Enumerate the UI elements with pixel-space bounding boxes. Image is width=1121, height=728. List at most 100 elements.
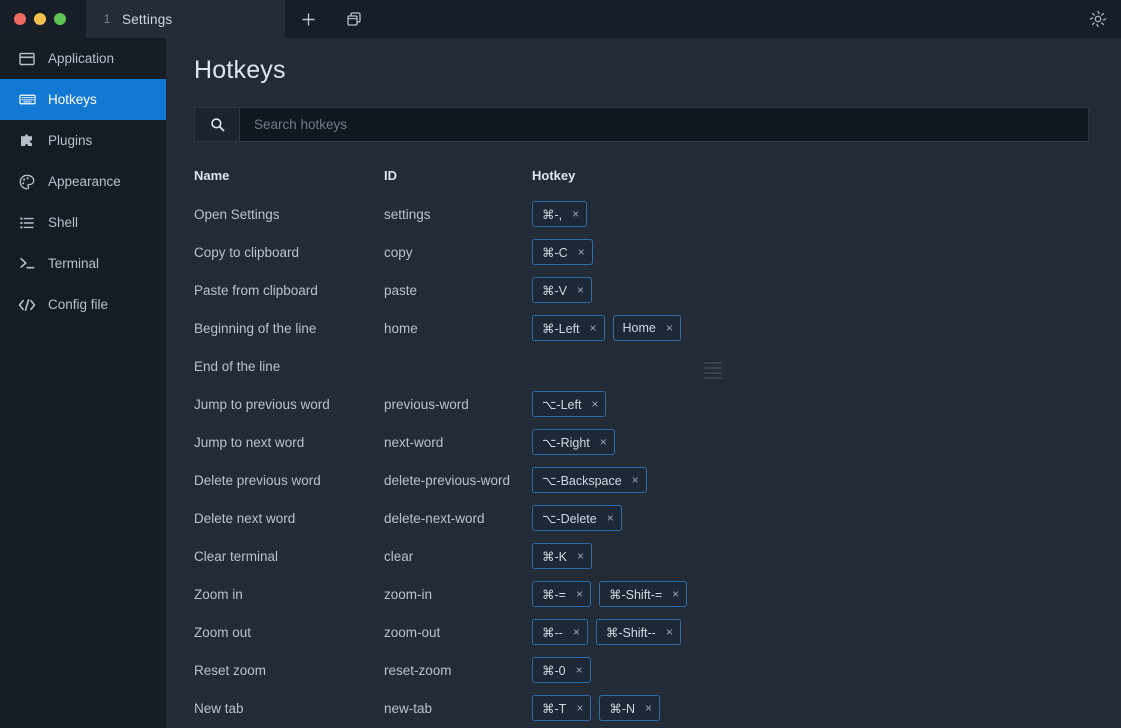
hotkey-name: Delete next word: [194, 510, 296, 526]
hotkey-chip[interactable]: ⌘-0 ×: [532, 657, 591, 683]
hotkey-chip-label: ⌥-Backspace: [542, 473, 622, 488]
hotkey-chip-label: ⌘-Shift--: [605, 625, 656, 640]
remove-hotkey-button[interactable]: ×: [666, 322, 673, 334]
remove-hotkey-button[interactable]: ×: [607, 512, 614, 524]
table-row[interactable]: End of the line: [194, 347, 1089, 385]
search-bar[interactable]: [194, 107, 1089, 142]
hotkey-name: Reset zoom: [194, 662, 267, 678]
sidebar-item-terminal[interactable]: Terminal: [0, 243, 166, 284]
drag-handle-icon[interactable]: [704, 362, 722, 379]
remove-hotkey-button[interactable]: ×: [576, 702, 583, 714]
sidebar-item-application[interactable]: Application: [0, 38, 166, 79]
sidebar-item-label: Terminal: [48, 256, 100, 271]
hotkey-chip-label: ⌘-,: [542, 207, 563, 222]
new-tab-button[interactable]: [285, 0, 331, 38]
hotkey-chip[interactable]: Home ×: [612, 315, 681, 341]
hotkey-id: paste: [384, 282, 418, 298]
remove-hotkey-button[interactable]: ×: [590, 322, 597, 334]
table-row[interactable]: Jump to previous word previous-word ⌥-Left…: [194, 385, 1089, 423]
hotkeys-table: Name ID Hotkey Open Settings settings ⌘-, ×…: [194, 168, 1089, 727]
hotkey-chip-label: ⌘-K: [542, 549, 567, 564]
minimize-window-button[interactable]: [34, 13, 46, 25]
remove-hotkey-button[interactable]: ×: [645, 702, 652, 714]
remove-hotkey-button[interactable]: ×: [600, 436, 607, 448]
remove-hotkey-button[interactable]: ×: [576, 664, 583, 676]
table-row[interactable]: Paste from clipboard paste ⌘-V ×: [194, 271, 1089, 309]
table-row[interactable]: Zoom out zoom-out ⌘-- × ⌘-Shift-- ×: [194, 613, 1089, 651]
hotkey-chip[interactable]: ⌘-K ×: [532, 543, 593, 569]
table-row[interactable]: Clear terminal clear ⌘-K ×: [194, 537, 1089, 575]
remove-hotkey-button[interactable]: ×: [576, 588, 583, 600]
sidebar-item-hotkeys[interactable]: Hotkeys: [0, 79, 166, 120]
remove-hotkey-button[interactable]: ×: [573, 626, 580, 638]
hotkey-chip[interactable]: ⌘-Left ×: [532, 315, 605, 341]
hotkey-chip[interactable]: ⌘-T ×: [532, 695, 592, 721]
hotkey-name: Beginning of the line: [194, 320, 317, 336]
hotkey-chip[interactable]: ⌘-Shift-= ×: [598, 581, 688, 607]
remove-hotkey-button[interactable]: ×: [577, 550, 584, 562]
remove-hotkey-button[interactable]: ×: [572, 208, 579, 220]
hotkey-chip[interactable]: ⌘-V ×: [532, 277, 593, 303]
table-row[interactable]: Copy to clipboard copy ⌘-C ×: [194, 233, 1089, 271]
hotkey-chip[interactable]: ⌘-C ×: [532, 239, 593, 265]
maximize-window-button[interactable]: [54, 13, 66, 25]
hotkey-chip[interactable]: ⌘-, ×: [532, 201, 588, 227]
sidebar-item-label: Hotkeys: [48, 92, 97, 107]
hotkey-chip[interactable]: ⌥-Left ×: [532, 391, 607, 417]
hotkey-chip[interactable]: ⌘-= ×: [532, 581, 591, 607]
hotkey-id: delete-previous-word: [384, 472, 511, 488]
puzzle-icon: [18, 132, 36, 150]
hotkey-chip[interactable]: ⌘-- ×: [532, 619, 588, 645]
search-input[interactable]: [240, 108, 1088, 141]
sidebar-item-shell[interactable]: Shell: [0, 202, 166, 243]
table-row[interactable]: Reset zoom reset-zoom ⌘-0 ×: [194, 651, 1089, 689]
hotkey-chips: ⌘-V ×: [532, 277, 1089, 303]
hotkey-chip[interactable]: ⌥-Backspace ×: [532, 467, 647, 493]
hotkey-id: zoom-out: [384, 624, 441, 640]
hotkey-chip[interactable]: ⌘-Shift-- ×: [595, 619, 681, 645]
remove-hotkey-button[interactable]: ×: [672, 588, 679, 600]
table-row[interactable]: New tab new-tab ⌘-T × ⌘-N ×: [194, 689, 1089, 727]
hotkey-chip[interactable]: ⌥-Delete ×: [532, 505, 622, 531]
hotkey-id: zoom-in: [384, 586, 433, 602]
table-row[interactable]: Beginning of the line home ⌘-Left × Home ×: [194, 309, 1089, 347]
column-header-id: ID: [384, 168, 397, 183]
hotkey-chip-label: ⌘-N: [609, 701, 636, 716]
list-icon: [18, 214, 36, 232]
hotkey-name: Jump to next word: [194, 434, 305, 450]
tab-settings[interactable]: 1 Settings: [86, 0, 285, 38]
table-row[interactable]: Delete previous word delete-previous-word…: [194, 461, 1089, 499]
hotkey-chip[interactable]: ⌥-Right ×: [532, 429, 615, 455]
page-title: Hotkeys: [194, 56, 286, 84]
remove-hotkey-button[interactable]: ×: [578, 246, 585, 258]
remove-hotkey-button[interactable]: ×: [632, 474, 639, 486]
table-row[interactable]: Delete next word delete-next-word ⌥-Delete…: [194, 499, 1089, 537]
table-body: Open Settings settings ⌘-, × Copy to clipboa…: [194, 195, 1089, 727]
sidebar-item-appearance[interactable]: Appearance: [0, 161, 166, 202]
hotkey-chip[interactable]: ⌘-N ×: [599, 695, 661, 721]
tab-index: 1: [103, 12, 111, 26]
table-row[interactable]: Jump to next word next-word ⌥-Right ×: [194, 423, 1089, 461]
hotkey-name: Zoom in: [194, 586, 243, 602]
remove-hotkey-button[interactable]: ×: [591, 398, 598, 410]
hotkey-name: Paste from clipboard: [194, 282, 318, 298]
gear-icon: [1089, 10, 1107, 28]
close-window-button[interactable]: [14, 13, 26, 25]
hotkey-chip-label: ⌘-T: [542, 701, 567, 716]
hotkey-name: Zoom out: [194, 624, 252, 640]
sidebar-item-plugins[interactable]: Plugins: [0, 120, 166, 161]
split-panes-button[interactable]: [331, 0, 377, 38]
settings-button[interactable]: [1075, 0, 1121, 38]
table-row[interactable]: Zoom in zoom-in ⌘-= × ⌘-Shift-= ×: [194, 575, 1089, 613]
remove-hotkey-button[interactable]: ×: [666, 626, 673, 638]
sidebar-item-label: Appearance: [48, 174, 121, 189]
sidebar-item-config-file[interactable]: Config file: [0, 284, 166, 325]
hotkey-id: previous-word: [384, 396, 469, 412]
hotkey-name: End of the line: [194, 358, 281, 374]
windows-stack-icon: [347, 12, 361, 26]
remove-hotkey-button[interactable]: ×: [577, 284, 584, 296]
palette-icon: [18, 173, 36, 191]
hotkey-id: home: [384, 320, 418, 336]
hotkey-chip-label: ⌘-C: [542, 245, 568, 260]
table-row[interactable]: Open Settings settings ⌘-, ×: [194, 195, 1089, 233]
